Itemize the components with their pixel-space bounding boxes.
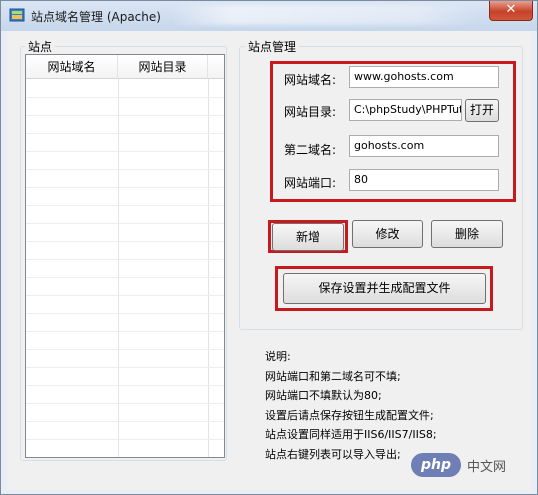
- grid-line: [26, 151, 224, 152]
- title-bar-glass: [169, 5, 479, 25]
- watermark-text: 中文网: [467, 460, 507, 475]
- grid-line: [26, 367, 224, 368]
- window-title: 站点域名管理 (Apache): [31, 10, 161, 24]
- grid-line: [26, 187, 224, 188]
- sites-list-header: 网站域名 网站目录: [26, 55, 224, 79]
- grid-line: [26, 205, 224, 206]
- grid-line: [26, 259, 224, 260]
- close-button[interactable]: ✕: [489, 1, 533, 21]
- app-window: 站点域名管理 (Apache) ✕ 站点 网站域名 网站目录 站点管理 网站域名…: [0, 0, 538, 495]
- close-icon: ✕: [505, 2, 517, 17]
- grid-line: [26, 385, 224, 386]
- title-bar[interactable]: 站点域名管理 (Apache) ✕: [1, 1, 537, 31]
- grid-line: [26, 115, 224, 116]
- sites-list[interactable]: 网站域名 网站目录: [25, 54, 225, 458]
- delete-site-button[interactable]: 删除: [431, 220, 503, 248]
- grid-line: [118, 79, 119, 457]
- usage-notes: 说明: 网站端口和第二域名可不填; 网站端口不填默认为80; 设置后请点保存按钮…: [265, 347, 437, 464]
- column-header-domain[interactable]: 网站域名: [26, 55, 118, 79]
- grid-line: [26, 97, 224, 98]
- note-line: 站点设置同样适用于IIS6/IIS7/IIS8;: [265, 428, 437, 441]
- grid-line: [26, 349, 224, 350]
- sites-group-label: 站点: [25, 38, 56, 55]
- port-label: 网站端口:: [284, 176, 337, 190]
- directory-input[interactable]: C:\phpStudy\PHPTutor: [349, 99, 462, 121]
- php-logo: php: [411, 453, 461, 477]
- client-area: 站点 网站域名 网站目录 站点管理 网站域名: www.gohosts.com …: [7, 31, 531, 490]
- modify-site-button[interactable]: 修改: [352, 220, 423, 248]
- second-domain-input[interactable]: gohosts.com: [349, 135, 499, 157]
- open-directory-button[interactable]: 打开: [465, 99, 499, 122]
- directory-label: 网站目录:: [284, 105, 337, 119]
- grid-line: [26, 421, 224, 422]
- note-line: 网站端口和第二域名可不填;: [265, 369, 401, 383]
- second-domain-label: 第二域名:: [284, 143, 337, 157]
- note-line: 网站端口不填默认为80;: [265, 389, 382, 402]
- app-icon: [9, 8, 25, 22]
- note-line: 设置后请点保存按钮生成配置文件;: [265, 408, 434, 422]
- grid-line: [26, 439, 224, 440]
- grid-line: [26, 223, 224, 224]
- grid-line: [26, 403, 224, 404]
- site-manage-group-label: 站点管理: [245, 38, 300, 55]
- port-input[interactable]: 80: [349, 169, 499, 191]
- grid-line: [26, 169, 224, 170]
- grid-line: [26, 277, 224, 278]
- site-watermark: php 中文网: [411, 453, 531, 479]
- save-config-button[interactable]: 保存设置并生成配置文件: [283, 273, 486, 304]
- add-site-button[interactable]: 新增: [272, 223, 344, 251]
- grid-line: [26, 133, 224, 134]
- domain-label: 网站域名:: [284, 73, 337, 87]
- grid-line: [26, 331, 224, 332]
- domain-input[interactable]: www.gohosts.com: [349, 66, 499, 88]
- grid-line: [26, 241, 224, 242]
- notes-title: 说明:: [265, 350, 291, 363]
- grid-line: [208, 79, 209, 457]
- grid-line: [26, 313, 224, 314]
- grid-line: [26, 295, 224, 296]
- column-header-directory[interactable]: 网站目录: [118, 55, 208, 79]
